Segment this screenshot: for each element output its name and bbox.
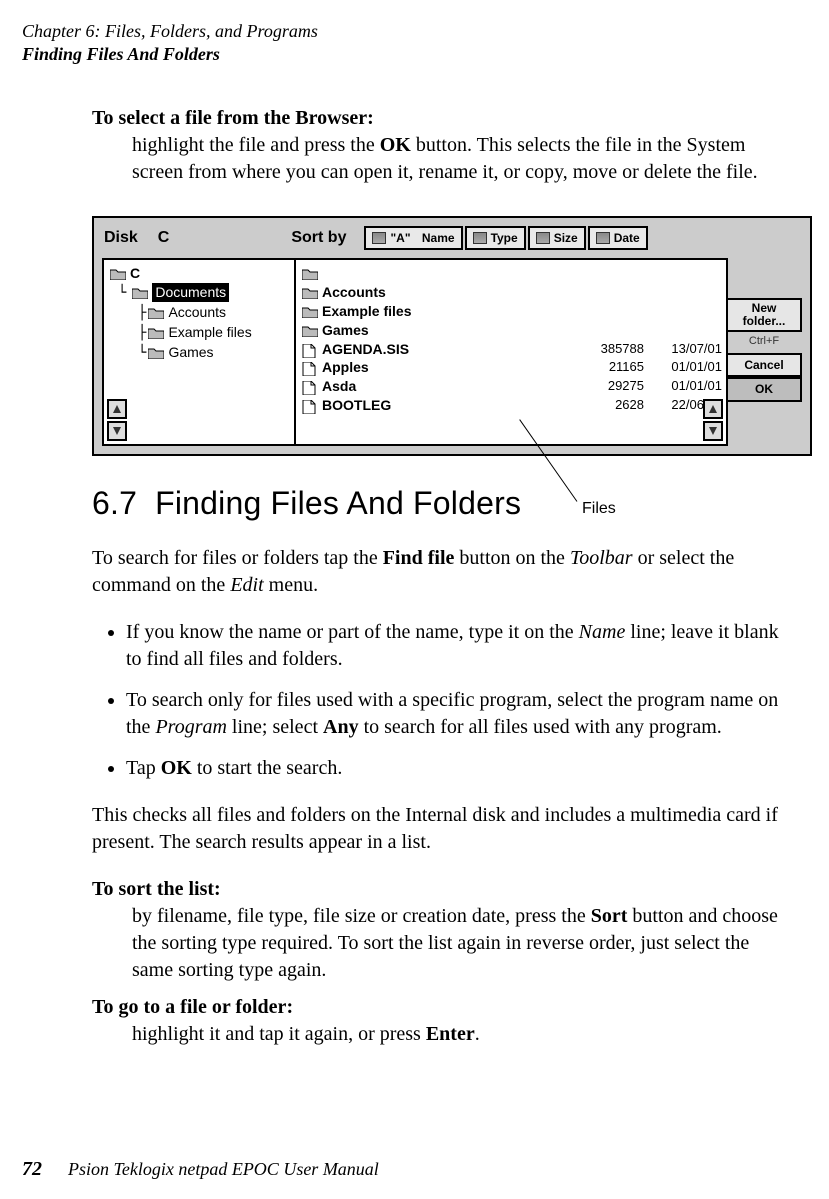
size-icon [536, 232, 550, 244]
file-date: 13/07/01 [652, 340, 722, 359]
tab-name[interactable]: "A" Name [364, 226, 462, 250]
file-icon [302, 362, 318, 374]
file-name: Example files [322, 303, 412, 319]
file-size: 29275 [564, 377, 644, 396]
file-date [652, 283, 722, 302]
scroll-up-button[interactable] [107, 399, 127, 419]
tree-selected[interactable]: Documents [152, 283, 229, 302]
section-title: Finding Files And Folders [22, 43, 793, 66]
file-name: AGENDA.SIS [322, 341, 409, 357]
figure-browser: Folders Sort Files By... Disk C Sort by … [92, 216, 793, 456]
sortby-label: Sort by [291, 227, 346, 249]
file-name: Asda [322, 378, 356, 394]
list-item: If you know the name or part of the name… [126, 619, 793, 673]
file-name: Accounts [322, 284, 386, 300]
file-date [652, 302, 722, 321]
file-name: Games [322, 322, 369, 338]
list-item: Tap OK to start the search. [126, 755, 793, 782]
tree-child[interactable]: ├Accounts [138, 303, 294, 323]
dd-select-file: highlight the file and press the OK butt… [132, 132, 793, 186]
tab-date[interactable]: Date [588, 226, 648, 250]
file-icon [302, 381, 318, 393]
file-size [564, 302, 644, 321]
dt-sort: To sort the list: [92, 876, 793, 903]
folder-row[interactable]: Accounts [302, 283, 722, 302]
chapter-title: Chapter 6: Files, Folders, and Programs [22, 20, 793, 43]
folder-icon [148, 347, 164, 359]
folder-row[interactable]: Example files [302, 302, 722, 321]
file-size [564, 283, 644, 302]
type-icon [473, 232, 487, 244]
definition-goto: To go to a file or folder: highlight it … [92, 994, 793, 1048]
dt-select-file: To select a file from the Browser: [92, 105, 793, 132]
bullet-list: If you know the name or part of the name… [92, 619, 793, 782]
disk-value: C [158, 227, 170, 249]
manual-title: Psion Teklogix netpad EPOC User Manual [68, 1159, 379, 1180]
file-name: Apples [322, 359, 369, 375]
file-date: 01/01/01 [652, 358, 722, 377]
page-number: 72 [22, 1158, 42, 1181]
tab-type[interactable]: Type [465, 226, 526, 250]
intro-paragraph: To search for files or folders tap the F… [92, 545, 793, 599]
folder-icon [302, 306, 318, 318]
tree-child[interactable]: └Games [138, 343, 294, 363]
definition-sort: To sort the list: by filename, file type… [92, 876, 793, 984]
file-name: BOOTLEG [322, 397, 391, 413]
folder-icon [110, 268, 126, 280]
disk-label: Disk [104, 227, 138, 249]
shortcut-hint: Ctrl+F [726, 332, 802, 353]
dd-sort: by filename, file type, file size or cre… [132, 903, 793, 984]
scroll-down-button[interactable] [703, 421, 723, 441]
definition-select-file: To select a file from the Browser: highl… [92, 105, 793, 186]
callout-files: Files [582, 498, 616, 520]
after-paragraph: This checks all files and folders on the… [92, 802, 793, 856]
folder-row[interactable]: Games [302, 321, 722, 340]
file-row[interactable]: BOOTLEG262822/06/01 [302, 396, 722, 415]
ok-button[interactable]: OK [726, 377, 802, 401]
file-size: 2628 [564, 396, 644, 415]
cancel-button[interactable]: Cancel [726, 353, 802, 377]
file-date [652, 321, 722, 340]
folder-icon [132, 287, 148, 299]
parent-folder-row[interactable] [302, 264, 722, 283]
sort-tabs: "A" Name Type Size Date [364, 226, 647, 250]
file-icon [302, 400, 318, 412]
dd-goto: highlight it and tap it again, or press … [132, 1021, 793, 1048]
file-icon [302, 344, 318, 356]
file-row[interactable]: AGENDA.SIS 385788 13/07/01 [302, 340, 722, 359]
side-buttons: New folder... Ctrl+F Cancel OK [726, 298, 802, 402]
folder-tree-pane: C └ Documents ├Accounts ├Example files └… [102, 258, 300, 446]
running-head: Chapter 6: Files, Folders, and Programs … [22, 20, 793, 65]
scroll-up-button[interactable] [703, 399, 723, 419]
section-number: 6.7 [92, 485, 137, 521]
file-row[interactable]: Apples 21165 01/01/01 [302, 358, 722, 377]
folder-icon [148, 307, 164, 319]
folder-icon [302, 325, 318, 337]
tab-size[interactable]: Size [528, 226, 586, 250]
date-icon [596, 232, 610, 244]
heading-6-7: 6.7 Finding Files And Folders [92, 482, 793, 525]
name-icon [372, 232, 386, 244]
folder-icon [302, 287, 318, 299]
file-date: 01/01/01 [652, 377, 722, 396]
browser-screenshot: Disk C Sort by "A" Name Type Size Date [92, 216, 812, 456]
file-list-pane: Accounts Example files Games AGENDA.SIS 3857… [294, 258, 728, 446]
folder-icon [148, 327, 164, 339]
file-row[interactable]: Asda 29275 01/01/01 [302, 377, 722, 396]
file-size [564, 321, 644, 340]
scroll-down-button[interactable] [107, 421, 127, 441]
file-size: 21165 [564, 358, 644, 377]
new-folder-button[interactable]: New folder... [726, 298, 802, 332]
folder-up-icon [302, 268, 318, 280]
file-size: 385788 [564, 340, 644, 359]
tree-child[interactable]: ├Example files [138, 323, 294, 343]
dt-goto: To go to a file or folder: [92, 994, 793, 1021]
list-item: To search only for files used with a spe… [126, 687, 793, 741]
page-footer: 72 Psion Teklogix netpad EPOC User Manua… [22, 1158, 379, 1181]
section-heading-text: Finding Files And Folders [155, 485, 521, 521]
tree-root[interactable]: C [110, 264, 294, 283]
browser-topbar: Disk C Sort by "A" Name Type Size Date [98, 222, 806, 254]
